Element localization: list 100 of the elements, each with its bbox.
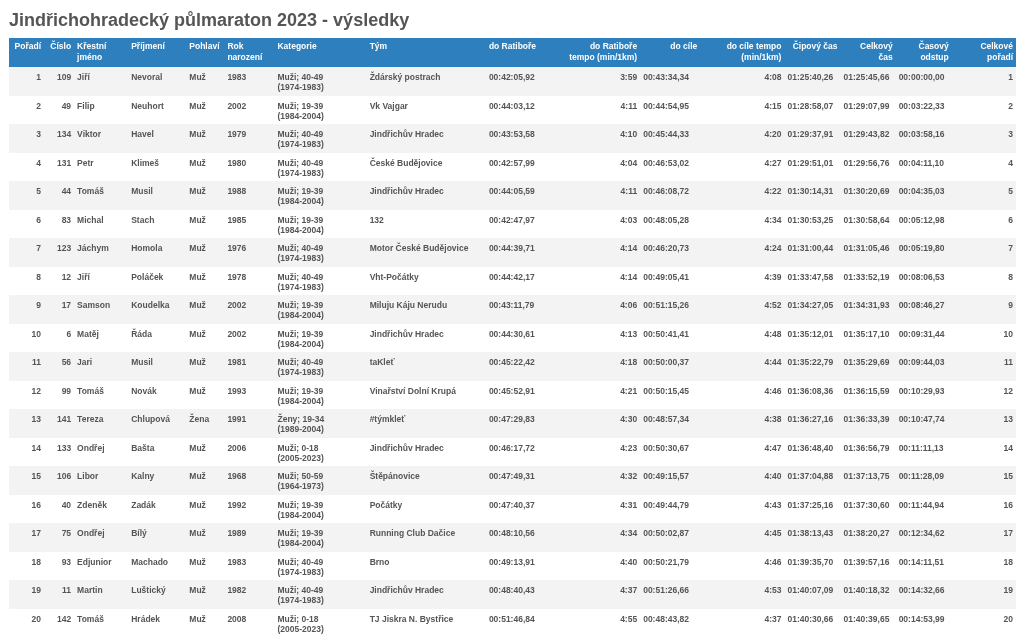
table-cell: Muž	[186, 238, 225, 267]
table-cell: Kalny	[128, 466, 187, 495]
table-cell: 01:37:13,75	[840, 466, 896, 495]
column-header[interactable]: do Ratiboře tempo (min/1km)	[564, 38, 641, 67]
table-cell: 00:47:29,83	[485, 409, 564, 438]
column-header[interactable]: Křestní jméno	[74, 38, 129, 67]
table-cell: 1992	[224, 494, 275, 523]
column-header[interactable]: Rok narození	[224, 38, 275, 67]
table-cell: 01:40:07,09	[784, 580, 841, 609]
table-cell: Hrádek	[128, 608, 187, 637]
table-cell: 4:23	[564, 437, 641, 466]
table-cell: 1983	[224, 551, 275, 580]
column-header[interactable]: Pořadí	[9, 38, 45, 67]
table-cell: 16	[951, 494, 1016, 523]
table-cell: 01:38:13,43	[784, 523, 841, 552]
column-header[interactable]: do Ratiboře	[485, 38, 564, 67]
table-cell: 00:45:44,33	[640, 124, 701, 153]
column-header[interactable]: Čipový čas	[784, 38, 841, 67]
table-cell: 4:40	[700, 466, 785, 495]
table-cell: 01:30:14,31	[784, 181, 841, 210]
table-cell: Poláček	[128, 266, 187, 295]
table-cell: 00:44:30,61	[485, 323, 564, 352]
table-cell: TJ Jiskra N. Bystřice	[366, 608, 486, 637]
table-cell: Samson	[74, 295, 129, 324]
column-header[interactable]: Časový odstup	[895, 38, 952, 67]
table-cell: 13	[9, 409, 45, 438]
column-header[interactable]: Tým	[366, 38, 486, 67]
table-cell: 6	[951, 209, 1016, 238]
column-header[interactable]: Pohlaví	[186, 38, 225, 67]
table-cell: 01:33:47,58	[784, 266, 841, 295]
table-cell: 4:22	[700, 181, 785, 210]
table-cell: 1988	[224, 181, 275, 210]
table-cell: Muž	[186, 95, 225, 124]
table-cell: 4:38	[700, 409, 785, 438]
table-cell: 00:14:53,99	[895, 608, 952, 637]
table-cell: 1	[951, 67, 1016, 96]
table-cell: 10	[9, 323, 45, 352]
table-cell: 132	[366, 209, 486, 238]
table-cell: 01:40:39,65	[840, 608, 896, 637]
column-header[interactable]: Číslo	[44, 38, 75, 67]
table-cell: Muž	[186, 380, 225, 409]
column-header[interactable]: do cíle tempo (min/1km)	[700, 38, 785, 67]
table-cell: 4:39	[700, 266, 785, 295]
table-cell: 00:42:57,99	[485, 152, 564, 181]
table-cell: 40	[44, 494, 75, 523]
column-header[interactable]: Kategorie	[274, 38, 367, 67]
table-cell: Jiří	[74, 67, 129, 96]
table-cell: 1978	[224, 266, 275, 295]
table-cell: Muži; 19-39 (1984-2004)	[274, 523, 367, 552]
table-cell: 18	[951, 551, 1016, 580]
table-cell: Muž	[186, 466, 225, 495]
table-cell: 2	[951, 95, 1016, 124]
table-cell: 01:31:00,44	[784, 238, 841, 267]
table-cell: 4:32	[564, 466, 641, 495]
column-header[interactable]: do cíle	[640, 38, 701, 67]
table-cell: 16	[9, 494, 45, 523]
table-cell: 20	[9, 608, 45, 637]
table-cell: Jindřichův Hradec	[366, 580, 486, 609]
table-cell: 3	[951, 124, 1016, 153]
column-header[interactable]: Příjmení	[128, 38, 187, 67]
table-cell: Tomáš	[74, 608, 129, 637]
table-cell: 14	[9, 437, 45, 466]
table-cell: Muži; 19-39 (1984-2004)	[274, 323, 367, 352]
table-cell: 4:27	[700, 152, 785, 181]
table-cell: Ondřej	[74, 523, 129, 552]
table-cell: Novák	[128, 380, 187, 409]
table-cell: 00:04:35,03	[895, 181, 952, 210]
table-cell: 4:14	[564, 266, 641, 295]
table-cell: 6	[44, 323, 75, 352]
table-cell: 01:39:35,70	[784, 551, 841, 580]
table-cell: Homola	[128, 238, 187, 267]
column-header[interactable]: Celkové pořadí	[951, 38, 1016, 67]
table-cell: 133	[44, 437, 75, 466]
table-cell: 44	[44, 181, 75, 210]
table-cell: Muž	[186, 551, 225, 580]
table-cell: Bílý	[128, 523, 187, 552]
table-cell: 2002	[224, 295, 275, 324]
table-cell: Žena	[186, 409, 225, 438]
table-cell: Muži; 19-39 (1984-2004)	[274, 181, 367, 210]
table-cell: 2	[9, 95, 45, 124]
table-cell: 01:36:48,40	[784, 437, 841, 466]
table-cell: Petr	[74, 152, 129, 181]
table-cell: 00:46:08,72	[640, 181, 701, 210]
table-cell: 4:53	[700, 580, 785, 609]
table-cell: 11	[9, 352, 45, 381]
table-cell: 4:55	[564, 608, 641, 637]
table-cell: 01:29:07,99	[840, 95, 896, 124]
table-cell: Tomáš	[74, 181, 129, 210]
table-cell: Bašta	[128, 437, 187, 466]
table-cell: 00:11:11,13	[895, 437, 952, 466]
table-cell: 00:09:31,44	[895, 323, 952, 352]
table-cell: 142	[44, 608, 75, 637]
table-cell: 1991	[224, 409, 275, 438]
table-cell: 19	[951, 580, 1016, 609]
column-header[interactable]: Celkový čas	[840, 38, 896, 67]
table-cell: Muž	[186, 124, 225, 153]
table-cell: 4:13	[564, 323, 641, 352]
table-cell: 00:11:28,09	[895, 466, 952, 495]
table-cell: 1976	[224, 238, 275, 267]
table-cell: Muž	[186, 523, 225, 552]
